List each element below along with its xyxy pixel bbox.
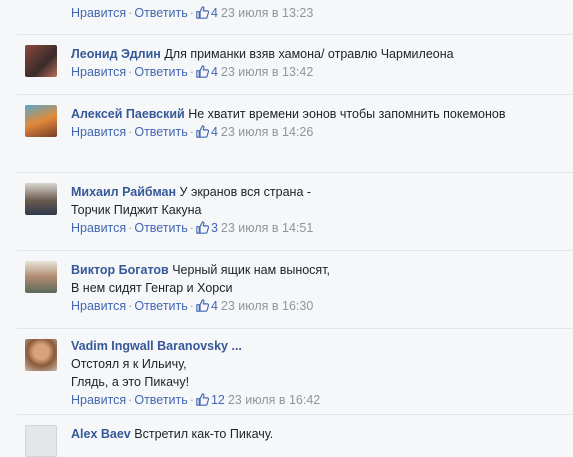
like-link[interactable]: Нравится	[71, 125, 126, 139]
thumbs-up-icon	[196, 6, 209, 19]
comment: Нравится · Ответить · 4 23 июля в 13:23	[17, 0, 573, 30]
like-count[interactable]: 3	[196, 221, 218, 235]
avatar[interactable]	[25, 183, 57, 215]
timestamp[interactable]: 23 июля в 14:51	[221, 221, 313, 235]
comment: Vadim Ingwall Baranovsky ... Отстоял я к…	[17, 328, 573, 415]
comment-actions: Нравится · Ответить · 4 23 июля в 13:23	[71, 4, 565, 22]
like-link[interactable]: Нравится	[71, 6, 126, 20]
reply-link[interactable]: Ответить	[134, 125, 187, 139]
timestamp[interactable]: 23 июля в 13:23	[221, 6, 313, 20]
like-link[interactable]: Нравится	[71, 299, 126, 313]
timestamp[interactable]: 23 июля в 13:42	[221, 65, 313, 79]
reply-link[interactable]: Ответить	[134, 6, 187, 20]
thumbs-up-icon	[196, 393, 209, 406]
separator: ·	[189, 125, 194, 139]
avatar[interactable]	[25, 339, 57, 371]
separator: ·	[189, 393, 194, 407]
comment-text: Не хватит времени эонов чтобы запомнить …	[188, 107, 506, 121]
like-link[interactable]: Нравится	[71, 65, 126, 79]
comment: Михаил Райбман У экранов вся страна - То…	[17, 172, 573, 251]
like-link[interactable]: Нравится	[71, 393, 126, 407]
like-count[interactable]: 4	[196, 125, 218, 139]
like-count[interactable]: 4	[196, 6, 218, 20]
thumbs-up-icon	[196, 299, 209, 312]
comment-thread: Нравится · Ответить · 4 23 июля в 13:23 Леони…	[0, 0, 573, 457]
avatar[interactable]	[25, 105, 57, 137]
comment-author[interactable]: Vadim Ingwall Baranovsky ...	[71, 339, 242, 353]
comment-actions: Нравится · Ответить · 4 23 июля в 16:30	[71, 297, 565, 315]
comment-actions: Нравится · Ответить · 12 23 июля в 16:42	[71, 391, 565, 409]
like-count[interactable]: 4	[196, 299, 218, 313]
reply-link[interactable]: Ответить	[134, 393, 187, 407]
separator: ·	[189, 299, 194, 313]
comment-author[interactable]: Алексей Паевский	[71, 107, 185, 121]
reply-link[interactable]: Ответить	[134, 221, 187, 235]
comment: Alex Baev Встретил как-то Пикачу.	[17, 414, 573, 457]
comment-actions: Нравится · Ответить · 4 23 июля в 14:26	[71, 123, 565, 141]
thumbs-up-icon	[196, 221, 209, 234]
comment-actions: Нравится · Ответить · 3 23 июля в 14:51	[71, 219, 565, 237]
comment-author[interactable]: Виктор Богатов	[71, 263, 169, 277]
reply-link[interactable]: Ответить	[134, 65, 187, 79]
like-count[interactable]: 12	[196, 393, 225, 407]
comment-author[interactable]: Михаил Райбман	[71, 185, 176, 199]
separator: ·	[189, 65, 194, 79]
comment-text: Для приманки взяв хамона/ отравлю Чармил…	[164, 47, 454, 61]
comment: Леонид Эдлин Для приманки взяв хамона/ о…	[17, 34, 573, 95]
comment: Алексей Паевский Не хватит времени эонов…	[17, 94, 573, 173]
timestamp[interactable]: 23 июля в 14:26	[221, 125, 313, 139]
avatar[interactable]	[25, 425, 57, 457]
timestamp[interactable]: 23 июля в 16:30	[221, 299, 313, 313]
like-link[interactable]: Нравится	[71, 221, 126, 235]
comment-author[interactable]: Alex Baev	[71, 427, 131, 441]
like-count[interactable]: 4	[196, 65, 218, 79]
comment-text: Встретил как-то Пикачу.	[134, 427, 274, 441]
comment: Виктор Богатов Черный ящик нам выносят, …	[17, 250, 573, 329]
thumbs-up-icon	[196, 65, 209, 78]
reply-link[interactable]: Ответить	[134, 299, 187, 313]
separator: ·	[189, 6, 194, 20]
avatar[interactable]	[25, 261, 57, 293]
timestamp[interactable]: 23 июля в 16:42	[228, 393, 320, 407]
comment-author[interactable]: Леонид Эдлин	[71, 47, 161, 61]
comment-text: Отстоял я к Ильичу, Глядь, а это Пикачу!	[71, 357, 190, 389]
separator: ·	[189, 221, 194, 235]
thumbs-up-icon	[196, 125, 209, 138]
comment-actions: Нравится · Ответить · 4 23 июля в 13:42	[71, 63, 565, 81]
avatar[interactable]	[25, 45, 57, 77]
